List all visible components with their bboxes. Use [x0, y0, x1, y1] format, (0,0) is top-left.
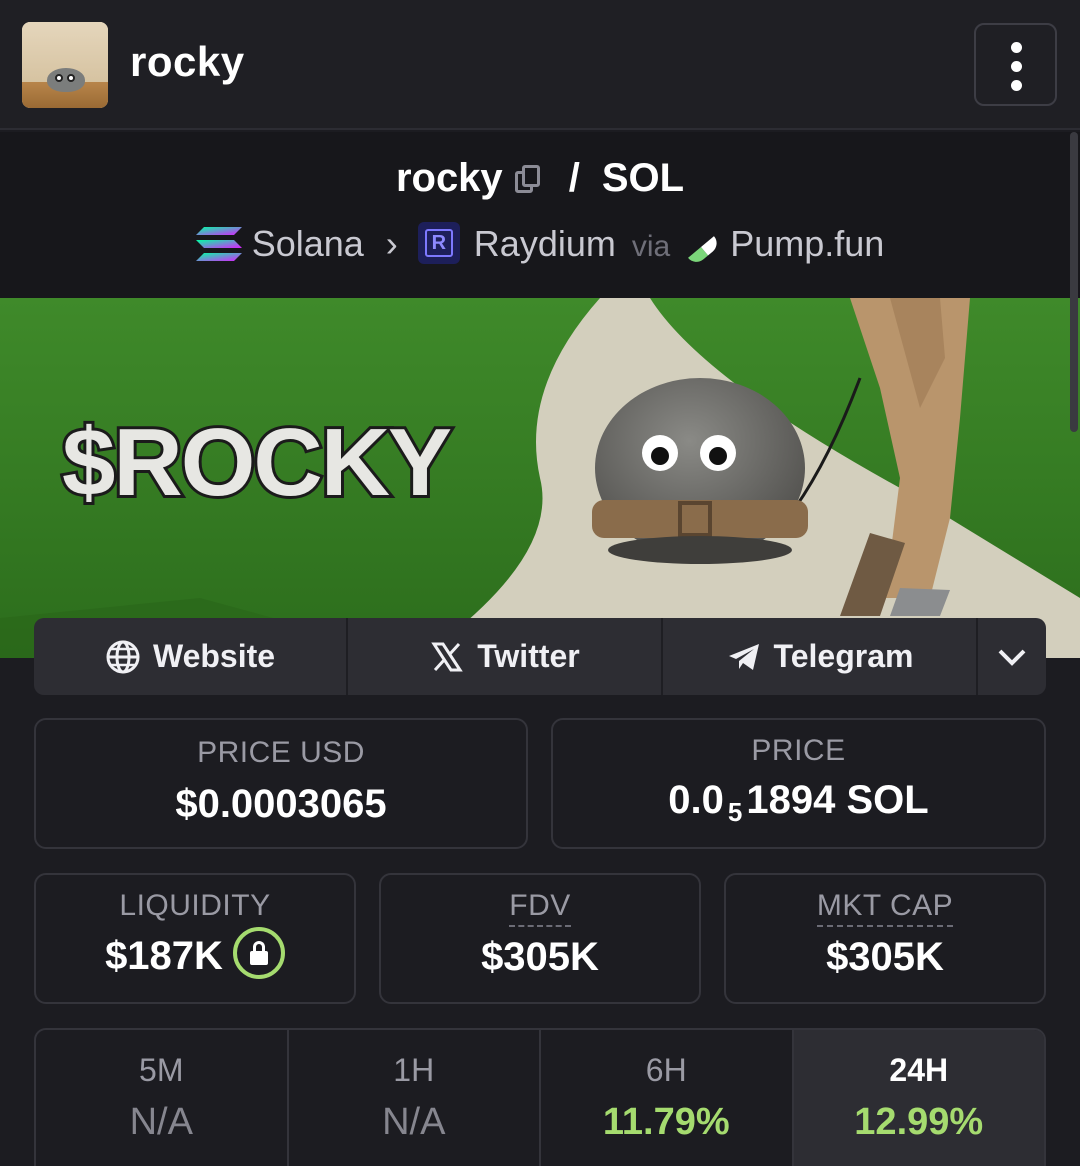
more-menu-button[interactable] [974, 23, 1057, 106]
change-value: N/A [129, 1101, 193, 1143]
tab-label: 24H [889, 1052, 949, 1088]
fdv-label[interactable]: FDV [509, 889, 571, 927]
globe-icon [106, 640, 140, 673]
price-native-value: 0.0 5 1894 SOL [668, 778, 929, 827]
chain-link[interactable]: Solana [252, 223, 364, 264]
change-value: 11.79% [602, 1101, 730, 1143]
market-cap-card: MKT CAP $305K [724, 873, 1046, 1004]
tab-label: 6H [645, 1052, 687, 1088]
price-native-card: PRICE 0.0 5 1894 SOL [551, 718, 1046, 849]
fdv-value: $305K [481, 935, 599, 979]
price-usd-value: $0.0003065 [175, 782, 387, 826]
telegram-button[interactable]: Telegram [663, 618, 978, 695]
quote-symbol: SOL [601, 156, 685, 200]
kebab-icon [1011, 42, 1022, 53]
header-bar: rocky [0, 0, 1080, 130]
more-links-button[interactable] [978, 618, 1046, 695]
twitter-button[interactable]: Twitter [348, 618, 663, 695]
liquidity-locked-icon[interactable] [232, 927, 285, 979]
liquidity-value: $187K [36, 927, 354, 979]
pill-icon [681, 228, 722, 267]
token-title: rocky [130, 38, 245, 85]
liquidity-card: LIQUIDITY $187K [34, 873, 356, 1004]
dex-link[interactable]: Raydium [474, 223, 616, 264]
tab-label: 1H [393, 1052, 435, 1088]
tab-24h[interactable]: 24H 12.99% [793, 1030, 1044, 1166]
pair-info: rocky / SOL Solana › R Raydium via Pump.fun [0, 132, 1080, 298]
chevron-down-icon [998, 649, 1026, 666]
tab-6h[interactable]: 6H 11.79% [541, 1030, 794, 1166]
tab-1h[interactable]: 1H N/A [289, 1030, 541, 1166]
fdv-card: FDV $305K [379, 873, 701, 1004]
x-logo-icon [431, 642, 464, 671]
raydium-icon: R [417, 222, 460, 264]
tab-5m[interactable]: 5M N/A [36, 1030, 289, 1166]
telegram-icon [728, 643, 759, 670]
pair-title: rocky / SOL [0, 156, 1080, 201]
tab-label: 5M [139, 1052, 184, 1088]
zero-count-subscript: 5 [727, 797, 743, 827]
price-usd-card: PRICE USD $0.0003065 [34, 718, 528, 849]
solana-icon [195, 227, 242, 261]
chevron-right-icon: › [385, 223, 398, 264]
website-label: Website [152, 638, 276, 674]
chain-breadcrumb: Solana › R Raydium via Pump.fun [0, 222, 1080, 267]
launchpad-link[interactable]: Pump.fun [730, 223, 884, 264]
copy-icon[interactable] [511, 163, 541, 193]
telegram-label: Telegram [773, 638, 914, 674]
base-symbol: rocky [395, 156, 503, 200]
price-change-tabs: 5M N/A 1H N/A 6H 11.79% 24H 12.99% [34, 1028, 1046, 1166]
website-button[interactable]: Website [34, 618, 348, 695]
pair-separator: / [568, 156, 580, 200]
banner-ticker-text: $ROCKY [62, 409, 451, 516]
liquidity-label: LIQUIDITY [119, 889, 271, 922]
price-native-label: PRICE [751, 734, 846, 767]
change-value: N/A [382, 1101, 446, 1143]
market-cap-value: $305K [826, 935, 944, 979]
twitter-label: Twitter [477, 638, 580, 674]
price-usd-label: PRICE USD [197, 736, 365, 769]
social-links: Website Twitter Telegram [34, 618, 1046, 695]
market-cap-label[interactable]: MKT CAP [816, 889, 954, 927]
token-page: rocky rocky / SOL Solana › R Raydium via Pump.f… [0, 0, 1080, 1166]
via-label: via [631, 230, 671, 263]
change-value: 12.99% [854, 1101, 984, 1143]
token-avatar[interactable] [22, 22, 108, 108]
scrollbar[interactable] [1070, 132, 1078, 432]
token-banner-image: $ROCKY [0, 298, 1080, 658]
